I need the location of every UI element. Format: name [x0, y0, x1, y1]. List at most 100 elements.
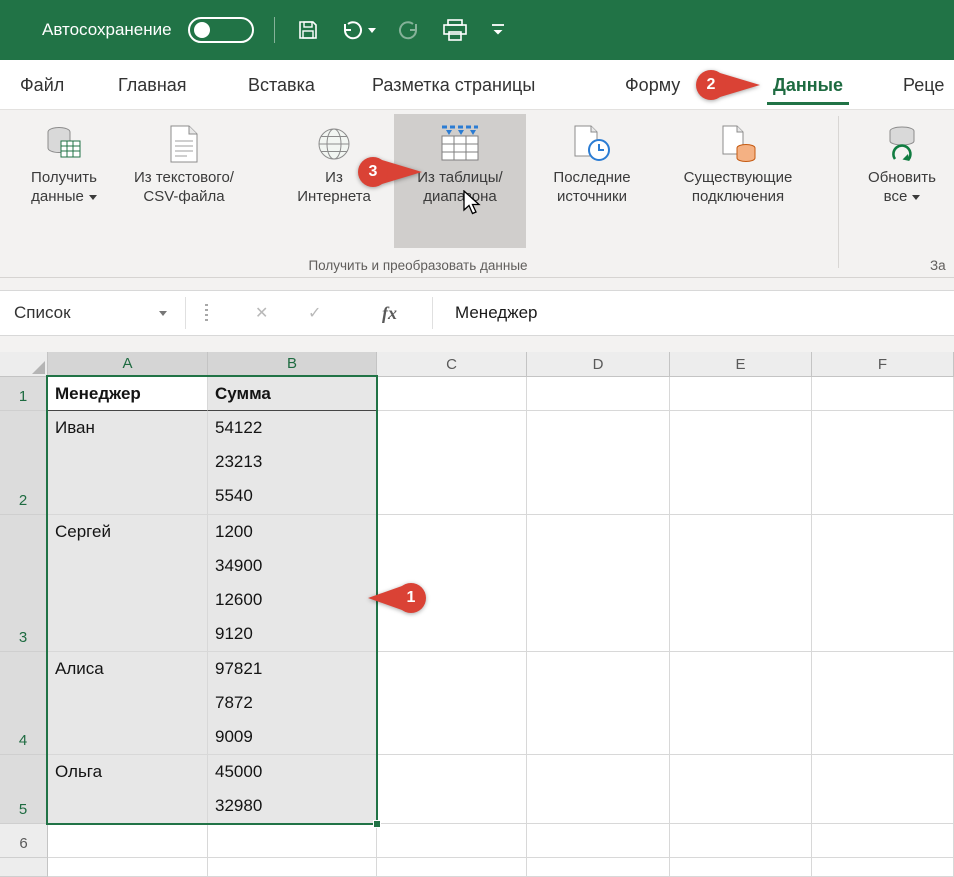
name-box[interactable]: Список: [0, 291, 185, 335]
ribbon-tab-row: Файл Главная Вставка Разметка страницы Ф…: [0, 60, 954, 110]
recent-sources-button[interactable]: Последние источники: [534, 114, 650, 248]
cell-d4[interactable]: [527, 652, 670, 755]
save-button[interactable]: [297, 19, 319, 41]
row-header-6[interactable]: 6: [0, 824, 48, 858]
cell-a5[interactable]: Ольга: [48, 755, 208, 824]
cell-e5[interactable]: [670, 755, 812, 824]
refresh-all-icon: [882, 120, 922, 168]
cell-b1[interactable]: Сумма: [208, 377, 377, 411]
cell-b6[interactable]: [208, 824, 377, 858]
cell-c5[interactable]: [377, 755, 527, 824]
tab-formulas[interactable]: Форму: [625, 60, 680, 110]
cell-e7[interactable]: [670, 858, 812, 877]
enter-button[interactable]: ✓: [308, 291, 321, 335]
column-header-f[interactable]: F: [812, 352, 954, 377]
row-header-3[interactable]: 3: [0, 515, 48, 652]
titlebar-separator: [274, 17, 275, 43]
spacer-band: [0, 336, 954, 352]
cell-a7[interactable]: [48, 858, 208, 877]
cancel-button[interactable]: ✕: [255, 291, 268, 335]
excel-window: Автосохранение Файл Главная Вставка Разм…: [0, 0, 954, 877]
formula-bar-divider: [432, 297, 433, 329]
cell-f1[interactable]: [812, 377, 954, 411]
cell-a4[interactable]: Алиса: [48, 652, 208, 755]
cell-b3[interactable]: 1200 34900 12600 9120: [208, 515, 377, 652]
ribbon-group-label: Получить и преобразовать данные: [0, 258, 836, 273]
spacer-band: [0, 278, 954, 290]
cell-e6[interactable]: [670, 824, 812, 858]
callout-2-number: 2: [696, 70, 726, 100]
cell-c2[interactable]: [377, 411, 527, 515]
cell-a1[interactable]: Менеджер: [48, 377, 208, 411]
cell-b7[interactable]: [208, 858, 377, 877]
cell-e4[interactable]: [670, 652, 812, 755]
autosave-label: Автосохранение: [42, 20, 172, 40]
tab-layout[interactable]: Разметка страницы: [372, 60, 535, 110]
cell-f6[interactable]: [812, 824, 954, 858]
row-header-5[interactable]: 5: [0, 755, 48, 824]
autosave-toggle[interactable]: [188, 17, 254, 43]
name-box-splitter[interactable]: [205, 304, 208, 324]
refresh-all-button[interactable]: Обновить все: [854, 114, 950, 248]
cell-d5[interactable]: [527, 755, 670, 824]
insert-function-button[interactable]: fx: [382, 291, 397, 335]
cell-d3[interactable]: [527, 515, 670, 652]
undo-dropdown-caret-icon[interactable]: [368, 28, 376, 33]
fill-handle[interactable]: [373, 820, 381, 828]
cell-a6[interactable]: [48, 824, 208, 858]
column-header-c[interactable]: C: [377, 352, 527, 377]
row-header-1[interactable]: 1: [0, 377, 48, 411]
mouse-cursor-icon: [462, 190, 482, 221]
formula-bar-value[interactable]: Менеджер: [455, 291, 537, 335]
callout-3-number: 3: [358, 157, 388, 187]
cell-a3[interactable]: Сергей: [48, 515, 208, 652]
tab-insert[interactable]: Вставка: [248, 60, 315, 110]
tab-review[interactable]: Реце: [903, 60, 944, 110]
cell-f4[interactable]: [812, 652, 954, 755]
cell-a2[interactable]: Иван: [48, 411, 208, 515]
table-range-icon: [438, 120, 482, 168]
undo-button[interactable]: [341, 19, 376, 41]
column-header-e[interactable]: E: [670, 352, 812, 377]
print-preview-button[interactable]: [442, 18, 468, 42]
ribbon: Получить данные Из текстового/ CSV-файла…: [0, 110, 954, 278]
row-header-4[interactable]: 4: [0, 652, 48, 755]
cell-f7[interactable]: [812, 858, 954, 877]
column-header-a[interactable]: A: [48, 352, 208, 377]
cell-f2[interactable]: [812, 411, 954, 515]
cell-e3[interactable]: [670, 515, 812, 652]
cell-b2[interactable]: 54122 23213 5540: [208, 411, 377, 515]
cell-c1[interactable]: [377, 377, 527, 411]
cell-e1[interactable]: [670, 377, 812, 411]
cell-c6[interactable]: [377, 824, 527, 858]
redo-icon: [398, 19, 420, 41]
name-box-dropdown-icon[interactable]: [159, 311, 167, 316]
cell-c7[interactable]: [377, 858, 527, 877]
callout-step-1: 1: [368, 583, 426, 613]
cell-d1[interactable]: [527, 377, 670, 411]
cell-f5[interactable]: [812, 755, 954, 824]
column-header-d[interactable]: D: [527, 352, 670, 377]
row-header-7[interactable]: [0, 858, 48, 877]
existing-connections-button[interactable]: Существующие подключения: [658, 114, 818, 248]
cell-d7[interactable]: [527, 858, 670, 877]
row-header-2[interactable]: 2: [0, 411, 48, 515]
select-all-button[interactable]: [0, 352, 48, 377]
from-text-csv-button[interactable]: Из текстового/ CSV-файла: [124, 114, 244, 248]
cell-b4[interactable]: 97821 7872 9009: [208, 652, 377, 755]
cell-b5[interactable]: 45000 32980: [208, 755, 377, 824]
customize-toolbar-button[interactable]: [490, 22, 506, 38]
cell-d6[interactable]: [527, 824, 670, 858]
cell-d2[interactable]: [527, 411, 670, 515]
cell-c4[interactable]: [377, 652, 527, 755]
callout-1-number: 1: [396, 583, 426, 613]
tab-data[interactable]: Данные: [773, 60, 843, 110]
column-header-b[interactable]: B: [208, 352, 377, 377]
tab-home[interactable]: Главная: [118, 60, 187, 110]
printer-icon: [442, 18, 468, 42]
get-data-button[interactable]: Получить данные: [8, 114, 120, 248]
cell-e2[interactable]: [670, 411, 812, 515]
cell-f3[interactable]: [812, 515, 954, 652]
formula-bar-divider: [185, 297, 186, 329]
tab-file[interactable]: Файл: [20, 60, 64, 110]
